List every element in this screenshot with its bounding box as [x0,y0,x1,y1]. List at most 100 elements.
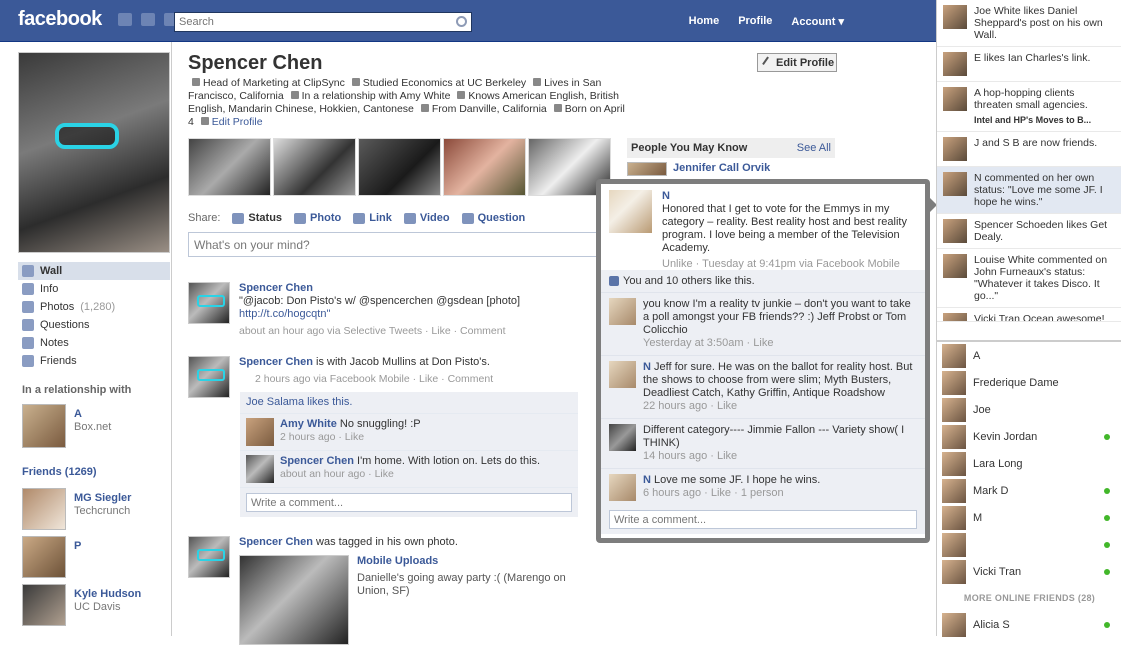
nav-item-info[interactable]: Info [18,280,170,298]
photo-thumb[interactable] [273,138,356,196]
story-actor[interactable]: Spencer Chen [239,356,313,368]
story-actor[interactable]: Spencer Chen [239,282,609,295]
more-online-friends[interactable]: MORE ONLINE FRIENDS (28) [937,585,1121,611]
comment-meta[interactable]: 14 hours ago · Like [643,450,917,463]
comment-avatar[interactable] [609,298,636,325]
album-link[interactable]: Mobile Uploads [357,555,567,568]
pymk-see-all-link[interactable]: See All [797,142,831,154]
edit-profile-link[interactable]: Edit Profile [212,116,263,128]
ticker-item[interactable]: E likes Ian Charles's link. [937,47,1121,82]
pymk-name[interactable]: Jennifer Call Orvik [673,162,770,176]
story-link[interactable]: http://t.co/hogcqtn" [239,308,609,321]
friend-item[interactable]: P [22,536,81,578]
friend-name[interactable]: Kyle Hudson [74,588,141,601]
friend-item[interactable]: Kyle Hudson UC Davis [22,584,141,626]
story-avatar[interactable] [188,282,230,324]
nav-item-photos[interactable]: Photos (1,280) [18,298,170,316]
status-composer[interactable]: What's on your mind? [188,232,600,257]
friend-item[interactable]: MG Siegler Techcrunch [22,488,131,530]
comment-avatar[interactable] [609,424,636,451]
friend-avatar[interactable] [22,584,66,626]
facebook-logo[interactable]: facebook [18,8,102,31]
story-actor[interactable]: Spencer Chen [239,536,313,548]
popup-author-name[interactable]: N [662,190,917,203]
chat-friend[interactable]: Kevin Jordan [937,423,1121,450]
comment-meta[interactable]: 22 hours ago · Like [643,400,917,413]
popup-likes-text[interactable]: You and 10 others like this. [623,275,755,287]
photo-thumb[interactable] [188,138,271,196]
nav-account-menu[interactable]: Account ▾ [791,15,844,28]
story-meta[interactable]: about an hour ago via Selective Tweets ·… [239,325,609,338]
chat-friend[interactable]: Lara Long [937,450,1121,477]
friend-avatar[interactable] [22,488,66,530]
comment-author[interactable]: Spencer Chen [280,455,354,467]
chat-friend[interactable]: Vicki Tran [937,558,1121,585]
ticker-item[interactable]: Spencer Schoeden likes Get Dealy. [937,214,1121,249]
comment-author[interactable]: N [643,474,651,486]
comment-author[interactable]: Amy White [280,418,337,430]
chat-friend[interactable]: Joe [937,396,1121,423]
chat-friend[interactable]: A [937,342,1121,369]
comment-avatar[interactable] [609,474,636,501]
chat-friend[interactable]: Mark D [937,477,1121,504]
ticker-item[interactable]: A hop-hopping clients threaten small age… [937,82,1121,132]
messages-icon[interactable] [141,13,155,26]
popup-author-avatar[interactable] [609,190,652,233]
comment-meta[interactable]: Yesterday at 3:50am · Like [643,337,917,350]
story-avatar[interactable] [188,536,230,578]
comment-meta[interactable]: 6 hours ago · Like · 1 person [643,487,820,500]
feed-story: Spencer Chen "@jacob: Don Pisto's w/ @sp… [188,282,608,342]
ticker-item-selected[interactable]: N commented on her own status: "Love me … [937,167,1121,214]
share-question-tab[interactable]: Question [461,212,525,224]
photo-thumb[interactable] [443,138,526,196]
chat-friend[interactable]: M [937,504,1121,531]
search-input[interactable] [175,13,445,31]
relationship-header: In a relationship with [22,384,132,396]
comment-author[interactable]: N [643,361,651,373]
nav-profile-link[interactable]: Profile [738,15,772,28]
chat-friend[interactable]: Frederique Dame [937,369,1121,396]
comment-avatar[interactable] [246,455,274,483]
share-link-tab[interactable]: Link [353,212,392,224]
comment-avatar[interactable] [609,361,636,388]
chat-friend[interactable] [937,531,1121,558]
partner-avatar[interactable] [22,404,66,448]
nav-item-questions[interactable]: Questions [18,316,170,334]
comment-meta[interactable]: about an hour ago · Like [280,468,540,481]
partner-name[interactable]: A [74,408,111,421]
popup-comment-input[interactable]: Write a comment... [609,510,917,529]
friend-name[interactable]: MG Siegler [74,492,131,505]
story-avatar[interactable] [188,356,230,398]
write-comment-input[interactable]: Write a comment... [246,493,572,512]
comment-meta[interactable]: 2 hours ago · Like [280,431,421,444]
story-meta[interactable]: 2 hours ago via Facebook Mobile · Like ·… [239,373,609,386]
nav-item-wall[interactable]: Wall [18,262,170,280]
ticker-item[interactable]: J and S B are now friends. [937,132,1121,167]
ticker-item[interactable]: Joe White likes Daniel Sheppard's post o… [937,0,1121,47]
share-photo-tab[interactable]: Photo [294,212,341,224]
share-video-tab[interactable]: Video [403,212,450,224]
comment-avatar[interactable] [246,418,274,446]
relationship-box[interactable]: A Box.net [22,404,111,448]
search-icon[interactable] [456,16,467,27]
tagged-photo[interactable] [239,555,349,645]
likes-text[interactable]: Joe Salama likes this. [246,396,352,409]
ticker-item[interactable]: Louise White commented on John Furneaux'… [937,249,1121,308]
pymk-avatar[interactable] [627,162,667,176]
profile-picture[interactable] [18,52,170,253]
share-status-tab[interactable]: Status [232,212,282,224]
friend-requests-icon[interactable] [118,13,132,26]
chat-friend[interactable]: Alicia S [937,611,1121,638]
popup-meta[interactable]: Unlike · Tuesday at 9:41pm via Facebook … [662,258,917,271]
edit-profile-button[interactable]: Edit Profile [757,53,837,72]
nav-item-notes[interactable]: Notes [18,334,170,352]
link-icon [353,212,366,224]
nav-home-link[interactable]: Home [689,15,720,28]
nav-item-friends[interactable]: Friends [18,352,170,370]
friends-header[interactable]: Friends (1269) [22,466,97,478]
ticker-item[interactable]: Vicki Tran Ocean awesome! [937,308,1121,322]
search-box[interactable] [174,12,472,32]
friend-name[interactable]: P [74,540,81,553]
friend-avatar[interactable] [22,536,66,578]
photo-thumb[interactable] [358,138,441,196]
